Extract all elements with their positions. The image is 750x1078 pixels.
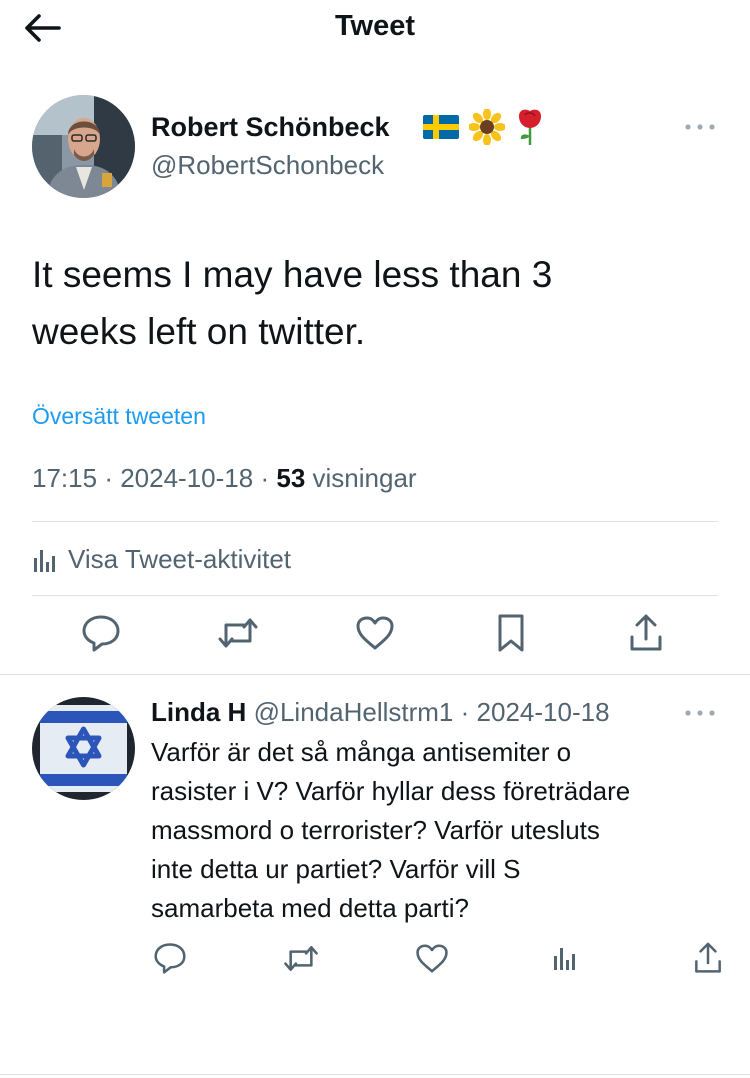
- tweet-text: It seems I may have less than 3 weeks le…: [32, 246, 722, 360]
- retweet-icon: [284, 945, 318, 971]
- divider: [32, 521, 718, 522]
- reply-button[interactable]: [78, 610, 124, 656]
- tweet-activity-button[interactable]: Visa Tweet-aktivitet: [32, 544, 291, 575]
- meta-separator: ·: [104, 463, 113, 493]
- divider: [0, 1074, 750, 1075]
- reply-author-name[interactable]: Linda H: [151, 697, 246, 727]
- tweet-time[interactable]: 17:15: [32, 463, 97, 493]
- rose-icon: [515, 108, 545, 151]
- share-icon: [630, 614, 662, 651]
- reply-actions: [0, 938, 750, 978]
- sweden-flag-icon: [423, 115, 459, 144]
- meta-separator: ·: [460, 697, 470, 727]
- reply-analytics-button[interactable]: [545, 938, 585, 978]
- retweet-button[interactable]: [215, 610, 261, 656]
- author-name[interactable]: Robert Schönbeck: [151, 112, 390, 143]
- like-icon: [416, 943, 448, 973]
- reply-text-line: rasister i V? Varför hyllar dess företrä…: [151, 776, 631, 806]
- divider: [32, 595, 718, 596]
- tweet-actions: [0, 610, 750, 656]
- author-handle[interactable]: @RobertSchonbeck: [151, 150, 384, 181]
- tweet-text-line: It seems I may have less than 3: [32, 254, 553, 295]
- bookmark-button[interactable]: [488, 610, 534, 656]
- views-label: visningar: [312, 463, 417, 493]
- more-horizontal-icon: [685, 124, 715, 130]
- divider: [0, 674, 750, 675]
- reply-icon: [154, 943, 186, 974]
- reply-author-handle[interactable]: @LindaHellstrm1: [254, 697, 454, 727]
- sunflower-icon: [468, 108, 506, 150]
- avatar-image: [32, 697, 135, 800]
- reply-text-line: samarbeta med detta parti?: [151, 893, 469, 923]
- like-button[interactable]: [352, 610, 398, 656]
- more-horizontal-icon: [685, 710, 715, 716]
- tweet-meta: 17:15 · 2024-10-18 · 53 visningar: [32, 463, 417, 494]
- reply-retweet-button[interactable]: [281, 938, 321, 978]
- share-button[interactable]: [623, 610, 669, 656]
- share-icon: [695, 942, 721, 973]
- tweet-date[interactable]: 2024-10-18: [120, 463, 253, 493]
- reply-reply-button[interactable]: [150, 938, 190, 978]
- reply-avatar[interactable]: [32, 697, 135, 800]
- meta-separator: ·: [260, 463, 270, 493]
- author-emoji-group: [423, 108, 545, 151]
- tweet-text-line: weeks left on twitter.: [32, 311, 366, 352]
- reply-like-button[interactable]: [412, 938, 452, 978]
- retweet-icon: [218, 618, 258, 648]
- reply-text-line: inte detta ur partiet? Varför vill S: [151, 854, 521, 884]
- reply-header: Linda H @LindaHellstrm1 · 2024-10-18: [151, 697, 610, 728]
- reply-text-line: massmord o terrorister? Varför utesluts: [151, 815, 600, 845]
- reply-date[interactable]: 2024-10-18: [477, 697, 610, 727]
- reply-text-line: Varför är det så många antisemiter o: [151, 737, 572, 767]
- reply-more-options-button[interactable]: [680, 703, 720, 723]
- tweet-activity-label: Visa Tweet-aktivitet: [68, 544, 292, 574]
- views-count: 53: [276, 463, 306, 493]
- analytics-icon: [554, 948, 575, 970]
- like-icon: [356, 616, 394, 650]
- more-options-button[interactable]: [680, 115, 720, 139]
- analytics-icon: [34, 549, 55, 572]
- page-title: Tweet: [334, 10, 416, 42]
- bookmark-icon: [498, 614, 524, 652]
- translate-tweet-link[interactable]: Översätt tweeten: [32, 403, 206, 430]
- reply-text: Varför är det så många antisemiter o ras…: [151, 733, 731, 928]
- avatar[interactable]: [32, 95, 135, 198]
- reply-icon: [82, 615, 120, 652]
- reply-share-button[interactable]: [688, 938, 728, 978]
- top-bar: Tweet: [0, 0, 750, 56]
- avatar-image: [32, 95, 135, 198]
